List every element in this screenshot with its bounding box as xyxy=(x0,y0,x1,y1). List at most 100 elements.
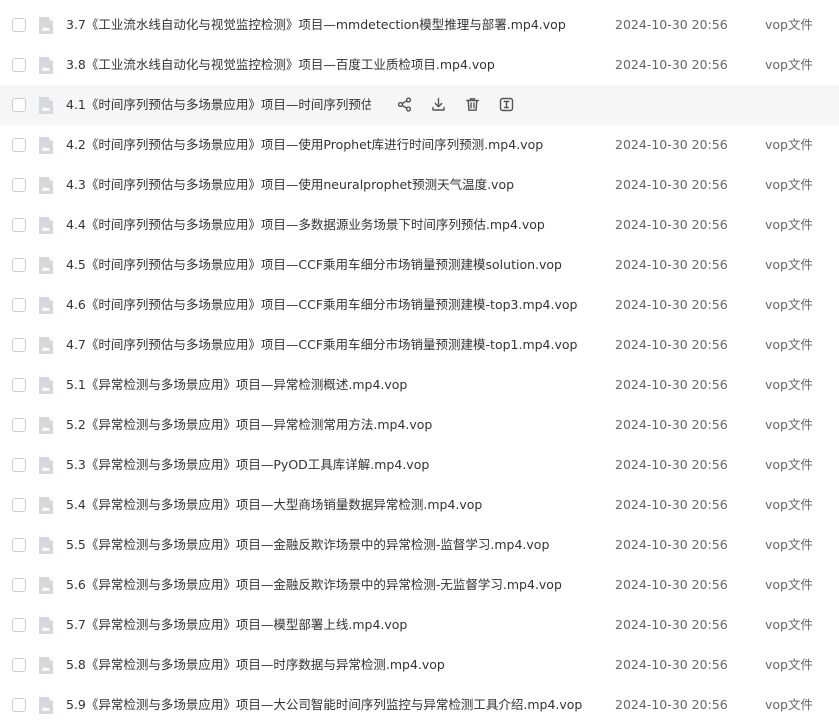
file-name[interactable]: 4.4《时间序列预估与多场景应用》项目—多数据源业务场景下时间序列预估.mp4.… xyxy=(66,217,586,233)
file-name[interactable]: 4.7《时间序列预估与多场景应用》项目—CCF乘用车细分市场销量预测建模-top… xyxy=(66,337,586,353)
file-date: 2024-10-30 20:56 xyxy=(615,497,728,512)
file-name[interactable]: 5.1《异常检测与多场景应用》项目—异常检测概述.mp4.vop xyxy=(66,377,586,393)
file-name[interactable]: 4.1《时间序列预估与多场景应用》项目—时间序列预估... xyxy=(66,97,371,113)
file-type: vop文件 xyxy=(765,697,813,712)
row-checkbox[interactable] xyxy=(12,458,26,472)
rename-icon[interactable] xyxy=(498,96,515,113)
file-type-icon xyxy=(39,97,53,114)
row-checkbox[interactable] xyxy=(12,58,26,72)
trash-icon[interactable] xyxy=(464,96,481,113)
row-actions xyxy=(396,96,515,114)
row-checkbox[interactable] xyxy=(12,618,26,632)
file-type-icon xyxy=(39,337,53,354)
file-date: 2024-10-30 20:56 xyxy=(615,17,728,32)
file-type: vop文件 xyxy=(765,17,813,32)
file-name[interactable]: 4.3《时间序列预估与多场景应用》项目—使用neuralprophet预测天气温… xyxy=(66,177,586,193)
row-checkbox[interactable] xyxy=(12,338,26,352)
file-name[interactable]: 4.6《时间序列预估与多场景应用》项目—CCF乘用车细分市场销量预测建模-top… xyxy=(66,297,586,313)
file-type-icon xyxy=(39,57,53,74)
file-row[interactable]: 5.3《异常检测与多场景应用》项目—PyOD工具库详解.mp4.vop 2024… xyxy=(0,445,839,485)
file-row[interactable]: 5.7《异常检测与多场景应用》项目—模型部署上线.mp4.vop 2024-10… xyxy=(0,605,839,645)
file-row-hovered[interactable]: 4.1《时间序列预估与多场景应用》项目—时间序列预估... xyxy=(0,85,839,125)
file-name[interactable]: 3.8《工业流水线自动化与视觉监控检测》项目—百度工业质检项目.mp4.vop xyxy=(66,57,586,73)
file-name[interactable]: 5.9《异常检测与多场景应用》项目—大公司智能时间序列监控与异常检测工具介绍.m… xyxy=(66,697,586,713)
row-checkbox[interactable] xyxy=(12,258,26,272)
file-type-icon xyxy=(39,177,53,194)
file-row[interactable]: 4.5《时间序列预估与多场景应用》项目—CCF乘用车细分市场销量预测建模solu… xyxy=(0,245,839,285)
file-name[interactable]: 4.2《时间序列预估与多场景应用》项目—使用Prophet库进行时间序列预测.m… xyxy=(66,137,586,153)
row-checkbox[interactable] xyxy=(12,218,26,232)
file-date: 2024-10-30 20:56 xyxy=(615,337,728,352)
row-checkbox[interactable] xyxy=(12,178,26,192)
file-row[interactable]: 5.8《异常检测与多场景应用》项目—时序数据与异常检测.mp4.vop 2024… xyxy=(0,645,839,685)
file-row[interactable]: 4.6《时间序列预估与多场景应用》项目—CCF乘用车细分市场销量预测建模-top… xyxy=(0,285,839,325)
file-date: 2024-10-30 20:56 xyxy=(615,657,728,672)
file-type: vop文件 xyxy=(765,617,813,632)
file-date: 2024-10-30 20:56 xyxy=(615,577,728,592)
file-date: 2024-10-30 20:56 xyxy=(615,297,728,312)
row-checkbox[interactable] xyxy=(12,698,26,712)
file-name[interactable]: 5.4《异常检测与多场景应用》项目—大型商场销量数据异常检测.mp4.vop xyxy=(66,497,586,513)
file-row[interactable]: 3.8《工业流水线自动化与视觉监控检测》项目—百度工业质检项目.mp4.vop … xyxy=(0,45,839,85)
file-type-icon xyxy=(39,17,53,34)
file-row[interactable]: 5.6《异常检测与多场景应用》项目—金融反欺诈场景中的异常检测-无监督学习.mp… xyxy=(0,565,839,605)
row-checkbox[interactable] xyxy=(12,538,26,552)
file-name[interactable]: 5.6《异常检测与多场景应用》项目—金融反欺诈场景中的异常检测-无监督学习.mp… xyxy=(66,577,586,593)
file-row[interactable]: 4.3《时间序列预估与多场景应用》项目—使用neuralprophet预测天气温… xyxy=(0,165,839,205)
file-list: 3.7《工业流水线自动化与视觉监控检测》项目—mmdetection模型推理与部… xyxy=(0,5,839,725)
file-row[interactable]: 3.7《工业流水线自动化与视觉监控检测》项目—mmdetection模型推理与部… xyxy=(0,5,839,45)
file-type-icon xyxy=(39,257,53,274)
file-type-icon xyxy=(39,537,53,554)
file-date: 2024-10-30 20:56 xyxy=(615,457,728,472)
file-type-icon xyxy=(39,217,53,234)
row-checkbox[interactable] xyxy=(12,418,26,432)
row-checkbox[interactable] xyxy=(12,498,26,512)
file-date: 2024-10-30 20:56 xyxy=(615,537,728,552)
row-checkbox[interactable] xyxy=(12,578,26,592)
file-name[interactable]: 5.2《异常检测与多场景应用》项目—异常检测常用方法.mp4.vop xyxy=(66,417,586,433)
file-type: vop文件 xyxy=(765,537,813,552)
file-type: vop文件 xyxy=(765,57,813,72)
row-checkbox[interactable] xyxy=(12,138,26,152)
file-row[interactable]: 5.4《异常检测与多场景应用》项目—大型商场销量数据异常检测.mp4.vop 2… xyxy=(0,485,839,525)
file-name[interactable]: 5.3《异常检测与多场景应用》项目—PyOD工具库详解.mp4.vop xyxy=(66,457,586,473)
file-type: vop文件 xyxy=(765,297,813,312)
file-date: 2024-10-30 20:56 xyxy=(615,137,728,152)
row-checkbox[interactable] xyxy=(12,658,26,672)
file-name[interactable]: 5.7《异常检测与多场景应用》项目—模型部署上线.mp4.vop xyxy=(66,617,586,633)
file-name[interactable]: 4.5《时间序列预估与多场景应用》项目—CCF乘用车细分市场销量预测建模solu… xyxy=(66,257,586,273)
file-type: vop文件 xyxy=(765,177,813,192)
file-date: 2024-10-30 20:56 xyxy=(615,377,728,392)
file-row[interactable]: 5.2《异常检测与多场景应用》项目—异常检测常用方法.mp4.vop 2024-… xyxy=(0,405,839,445)
file-name[interactable]: 5.5《异常检测与多场景应用》项目—金融反欺诈场景中的异常检测-监督学习.mp4… xyxy=(66,537,586,553)
file-row[interactable]: 5.1《异常检测与多场景应用》项目—异常检测概述.mp4.vop 2024-10… xyxy=(0,365,839,405)
download-icon[interactable] xyxy=(430,96,447,113)
file-row[interactable]: 5.9《异常检测与多场景应用》项目—大公司智能时间序列监控与异常检测工具介绍.m… xyxy=(0,685,839,725)
file-date: 2024-10-30 20:56 xyxy=(615,57,728,72)
file-type-icon xyxy=(39,457,53,474)
file-date: 2024-10-30 20:56 xyxy=(615,177,728,192)
file-type: vop文件 xyxy=(765,257,813,272)
file-date: 2024-10-30 20:56 xyxy=(615,217,728,232)
file-row[interactable]: 4.4《时间序列预估与多场景应用》项目—多数据源业务场景下时间序列预估.mp4.… xyxy=(0,205,839,245)
row-checkbox[interactable] xyxy=(12,18,26,32)
file-date: 2024-10-30 20:56 xyxy=(615,617,728,632)
file-row[interactable]: 4.2《时间序列预估与多场景应用》项目—使用Prophet库进行时间序列预测.m… xyxy=(0,125,839,165)
file-name[interactable]: 3.7《工业流水线自动化与视觉监控检测》项目—mmdetection模型推理与部… xyxy=(66,17,586,33)
file-type-icon xyxy=(39,697,53,714)
file-type: vop文件 xyxy=(765,377,813,392)
file-type: vop文件 xyxy=(765,657,813,672)
file-type-icon xyxy=(39,497,53,514)
file-type: vop文件 xyxy=(765,137,813,152)
share-icon[interactable] xyxy=(396,96,413,113)
row-checkbox[interactable] xyxy=(12,378,26,392)
file-type-icon xyxy=(39,577,53,594)
file-type: vop文件 xyxy=(765,337,813,352)
row-checkbox[interactable] xyxy=(12,98,26,112)
file-row[interactable]: 5.5《异常检测与多场景应用》项目—金融反欺诈场景中的异常检测-监督学习.mp4… xyxy=(0,525,839,565)
file-row[interactable]: 4.7《时间序列预估与多场景应用》项目—CCF乘用车细分市场销量预测建模-top… xyxy=(0,325,839,365)
row-checkbox[interactable] xyxy=(12,298,26,312)
file-name[interactable]: 5.8《异常检测与多场景应用》项目—时序数据与异常检测.mp4.vop xyxy=(66,657,586,673)
file-type-icon xyxy=(39,657,53,674)
file-type: vop文件 xyxy=(765,577,813,592)
